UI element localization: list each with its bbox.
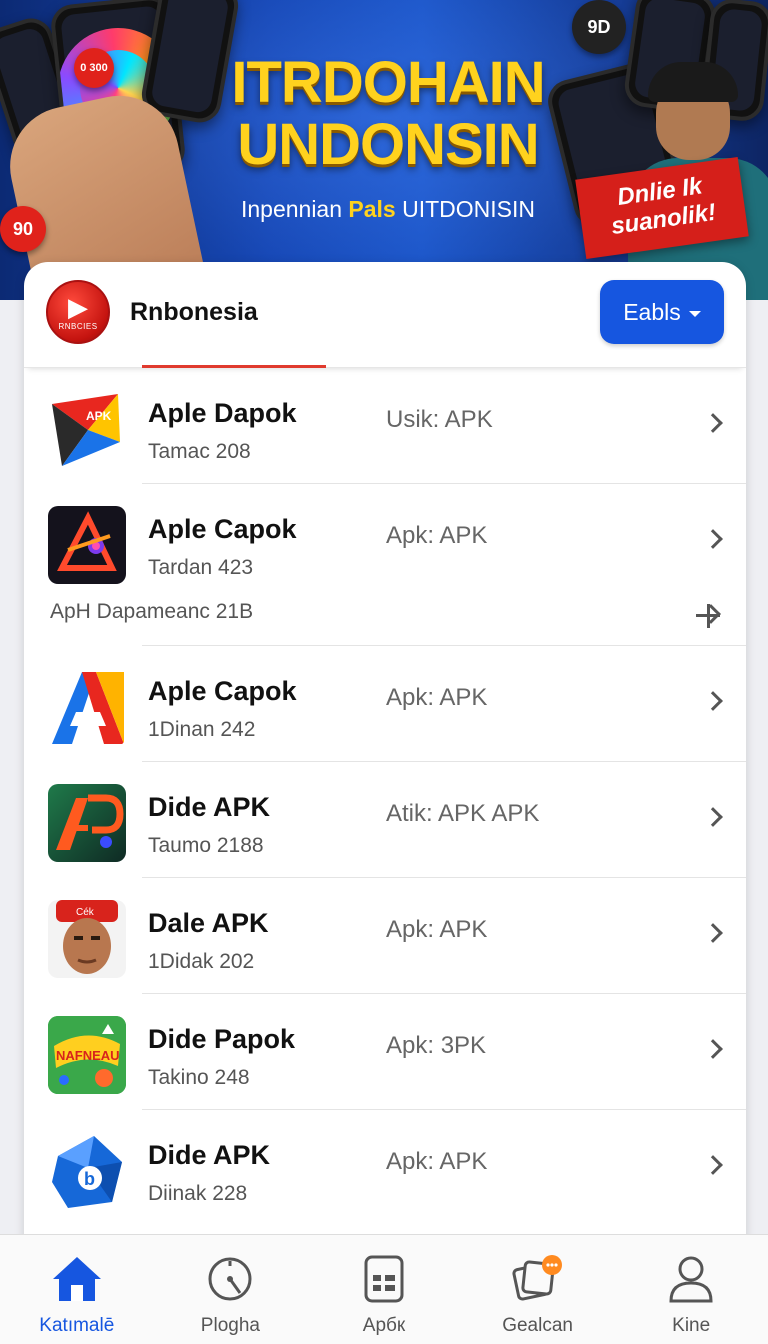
list-item[interactable]: NAFNEAU Dide Papok Takino 248 Apk: 3PK: [24, 994, 746, 1110]
chevron-down-icon: [688, 310, 701, 317]
app-type: Apk: 3PK: [386, 1032, 487, 1059]
home-icon: [51, 1253, 103, 1305]
brand-logo[interactable]: ▶ RNBCIES: [46, 280, 110, 344]
banner-title-line2: UNDONSIN: [237, 112, 539, 177]
app-title: Aple Dapok: [148, 398, 297, 428]
gauge-icon: [204, 1253, 256, 1305]
arrow-right-icon[interactable]: [694, 602, 722, 630]
red-paper-plane-icon: APK: [48, 390, 126, 468]
banner-title: ITRDOHAIN UNDONSIN: [228, 52, 548, 176]
list-item[interactable]: Aple Capok Tardan 423 Apk: APK: [24, 484, 746, 600]
promo-banner[interactable]: 90 0 300 9D ITRDOHAIN UNDONSIN Inpennian…: [0, 0, 768, 300]
dark-abstract-app-icon: [48, 506, 126, 584]
document-icon: [358, 1253, 410, 1305]
app-type: Atik: APK APK: [386, 800, 540, 827]
banner-badge-left: 90: [0, 206, 46, 252]
nav-label: Apбк: [362, 1315, 406, 1336]
nav-item-gauge[interactable]: Plogha: [154, 1235, 308, 1344]
nav-label: Plogha: [200, 1315, 260, 1336]
nav-item-home[interactable]: Katımalē: [0, 1235, 154, 1344]
brand-logo-mark: ▶: [68, 291, 88, 322]
chat-cards-icon: [512, 1253, 564, 1305]
nav-label: Kine: [672, 1315, 711, 1336]
banner-subtitle: Inpennian Pals UITDONISIN: [228, 196, 548, 223]
banner-subtitle-post: UITDONISIN: [402, 196, 536, 222]
list-item[interactable]: b Dide APK Diinak 228 Apk: APK: [24, 1110, 746, 1226]
app-subtitle: 1Didak 202: [148, 950, 255, 973]
man-portrait-app-icon: Cék: [48, 900, 126, 978]
filter-dropdown-button[interactable]: Eabls: [600, 280, 724, 344]
banner-subtitle-highlight: Pals: [348, 196, 396, 222]
game-app-icon: NAFNEAU: [48, 1016, 126, 1094]
app-type: Apk: APK: [386, 522, 488, 549]
svg-text:APK: APK: [86, 409, 112, 423]
app-title: Dide APK: [148, 1140, 271, 1170]
chevron-right-icon[interactable]: [703, 529, 723, 549]
app-subtitle: Tardan 423: [148, 556, 254, 579]
list-item[interactable]: Cék Dale APK 1Didak 202 Apk: APK: [24, 878, 746, 994]
brand-name: Rnbonesia: [130, 298, 258, 326]
blue-cube-app-icon: b: [48, 1132, 126, 1210]
subitem-label: ApH Dapameanc 21B: [50, 600, 254, 623]
chevron-right-icon[interactable]: [703, 1039, 723, 1059]
nav-label: Gealcan: [502, 1315, 573, 1336]
banner-title-line1: ITRDOHAIN: [231, 50, 545, 115]
chevron-right-icon[interactable]: [703, 807, 723, 827]
banner-subtitle-pre: Inpennian: [240, 196, 343, 222]
app-title: Dale APK: [148, 908, 269, 938]
app-title: Aple Capok: [148, 676, 297, 706]
nav-item-apps[interactable]: Apбк: [307, 1235, 461, 1344]
chevron-right-icon[interactable]: [703, 923, 723, 943]
list-item[interactable]: Aple Capok 1Dinan 242 Apk: APK: [24, 646, 746, 762]
letter-a-app-icon: [48, 668, 126, 746]
list-subitem[interactable]: ApH Dapameanc 21B: [24, 586, 746, 646]
app-type: Apk: APK: [386, 1148, 488, 1175]
profile-icon: [665, 1253, 717, 1305]
svg-text:NAFNEAU: NAFNEAU: [56, 1048, 120, 1063]
card-header: ▶ RNBCIES Rnbonesia Eabls: [24, 262, 746, 368]
svg-text:b: b: [84, 1169, 95, 1189]
nav-item-gallery[interactable]: Gealcan: [461, 1235, 615, 1344]
app-list-card: ▶ RNBCIES Rnbonesia Eabls APK Aple Dapok…: [24, 262, 746, 1272]
nav-item-profile[interactable]: Kine: [614, 1235, 768, 1344]
app-type: Apk: APK: [386, 916, 488, 943]
app-subtitle: 1Dinan 242: [148, 718, 256, 741]
chevron-right-icon[interactable]: [703, 413, 723, 433]
filter-dropdown-label: Eabls: [623, 298, 681, 325]
chevron-right-icon[interactable]: [703, 691, 723, 711]
app-title: Dide Papok: [148, 1024, 296, 1054]
ap-logo-app-icon: [48, 784, 126, 862]
app-title: Dide APK: [148, 792, 271, 822]
nav-label: Katımalē: [39, 1315, 115, 1336]
app-subtitle: Taumo 2188: [148, 834, 264, 857]
svg-text:Cék: Cék: [76, 907, 95, 918]
app-subtitle: Takino 248: [148, 1066, 250, 1089]
app-title: Aple Capok: [148, 514, 297, 544]
banner-badge-top-right: 9D: [572, 0, 626, 54]
app-subtitle: Diinak 228: [148, 1182, 248, 1205]
app-type: Apk: APK: [386, 684, 488, 711]
bottom-navigation: Katımalē Plogha Apбк Gealcan Kine: [0, 1234, 768, 1344]
banner-badge-top-left: 0 300: [74, 48, 114, 88]
app-subtitle: Tamac 208: [148, 440, 251, 463]
brand-logo-text: RNBCIES: [58, 321, 98, 331]
chevron-right-icon[interactable]: [703, 1155, 723, 1175]
list-item[interactable]: Dide APK Taumo 2188 Atik: APK APK: [24, 762, 746, 878]
list-item[interactable]: APK Aple Dapok Tamac 208 Usik: APK: [24, 368, 746, 484]
app-type: Usik: APK: [386, 406, 493, 433]
